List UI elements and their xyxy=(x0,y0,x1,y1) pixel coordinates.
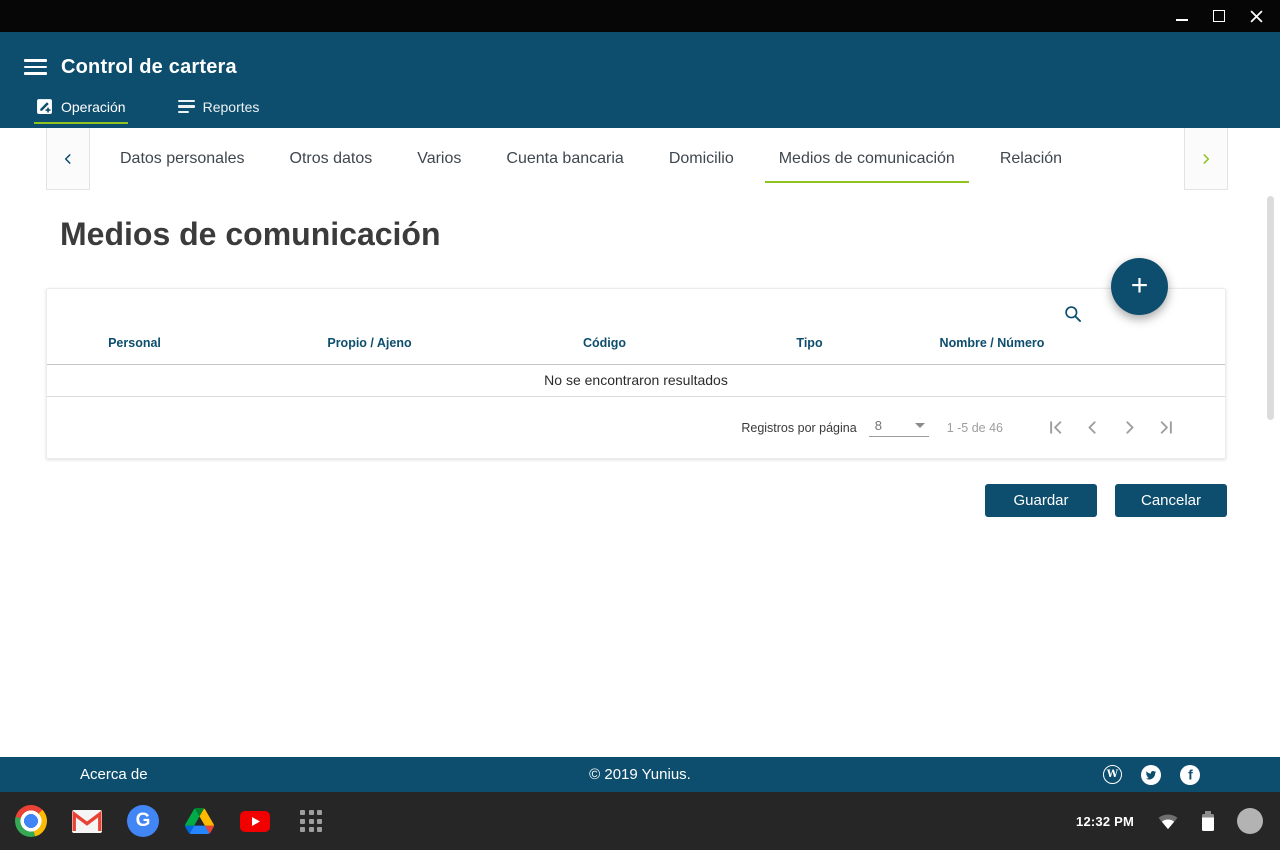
maximize-button[interactable] xyxy=(1211,8,1227,24)
next-page-button[interactable] xyxy=(1119,417,1140,438)
chevron-right-icon xyxy=(1199,152,1213,166)
tab-otros-datos[interactable]: Otros datos xyxy=(276,128,387,190)
maximize-icon xyxy=(1213,10,1225,22)
page-title: Medios de comunicación xyxy=(60,216,441,253)
results-table-card: Personal Propio / Ajeno Código Tipo Nomb… xyxy=(46,288,1226,459)
empty-state-message: No se encontraron resultados xyxy=(544,372,728,388)
tab-varios[interactable]: Varios xyxy=(403,128,475,190)
facebook-icon[interactable]: f xyxy=(1180,765,1200,785)
search-button[interactable] xyxy=(1063,304,1083,324)
column-header-tipo: Tipo xyxy=(692,336,927,350)
tabs-scroll-left-button[interactable] xyxy=(46,128,90,190)
about-link[interactable]: Acerca de xyxy=(80,766,148,783)
nav-tab-reportes[interactable]: Reportes xyxy=(176,94,262,124)
list-icon xyxy=(178,100,195,114)
pager-controls xyxy=(1045,417,1177,438)
rows-per-page-value: 8 xyxy=(875,418,882,433)
tab-label: Varios xyxy=(417,150,461,168)
last-page-icon xyxy=(1156,417,1177,438)
twitter-icon[interactable] xyxy=(1141,765,1161,785)
system-tray[interactable]: 12:32 PM xyxy=(1076,808,1263,834)
page-footer: Acerca de © 2019 Yunius. W f xyxy=(0,757,1280,792)
minimize-button[interactable] xyxy=(1174,8,1190,24)
rows-per-page-label: Registros por página xyxy=(741,421,856,435)
table-header: Personal Propio / Ajeno Código Tipo Nomb… xyxy=(47,289,1225,365)
last-page-button[interactable] xyxy=(1156,417,1177,438)
close-icon xyxy=(1250,10,1263,23)
wifi-icon xyxy=(1157,812,1179,830)
section-tabs: Datos personales Otros datos Varios Cuen… xyxy=(46,128,1228,190)
tab-domicilio[interactable]: Domicilio xyxy=(655,128,748,190)
tab-datos-personales[interactable]: Datos personales xyxy=(106,128,259,190)
rows-per-page-select[interactable]: 8 xyxy=(869,418,929,437)
cancel-button[interactable]: Cancelar xyxy=(1115,484,1227,517)
battery-icon xyxy=(1202,811,1214,831)
chrome-icon[interactable] xyxy=(15,805,47,837)
menu-button[interactable] xyxy=(24,59,48,75)
primary-nav: Operación Reportes xyxy=(0,94,1280,124)
gmail-icon[interactable] xyxy=(71,805,103,837)
social-links: W f xyxy=(1103,765,1200,785)
tabs-scroll-right-button[interactable] xyxy=(1184,128,1228,190)
tabs-row: Datos personales Otros datos Varios Cuen… xyxy=(90,128,1184,190)
account-avatar[interactable] xyxy=(1237,808,1263,834)
google-drive-icon[interactable] xyxy=(183,805,215,837)
save-button[interactable]: Guardar xyxy=(985,484,1097,517)
nav-tab-label: Reportes xyxy=(203,99,260,115)
tab-cuenta-bancaria[interactable]: Cuenta bancaria xyxy=(492,128,637,190)
previous-page-button[interactable] xyxy=(1082,417,1103,438)
wordpress-icon[interactable]: W xyxy=(1103,765,1122,784)
empty-state-row: No se encontraron resultados xyxy=(47,365,1225,397)
chevron-left-icon xyxy=(61,152,75,166)
chevron-right-icon xyxy=(1119,417,1140,438)
tab-relacion[interactable]: Relación xyxy=(986,128,1076,190)
form-actions: Guardar Cancelar xyxy=(985,484,1227,517)
tab-label: Datos personales xyxy=(120,150,245,168)
window-titlebar xyxy=(0,0,1280,32)
apps-grid-icon[interactable] xyxy=(295,805,327,837)
google-icon[interactable]: G xyxy=(127,805,159,837)
clock: 12:32 PM xyxy=(1076,814,1134,829)
add-button[interactable]: + xyxy=(1111,258,1168,315)
scrollbar[interactable] xyxy=(1267,196,1274,420)
tab-label: Domicilio xyxy=(669,150,734,168)
column-header-nombre-numero: Nombre / Número xyxy=(927,336,1057,350)
tab-label: Medios de comunicación xyxy=(779,150,955,168)
search-icon xyxy=(1063,304,1083,324)
pagination-bar: Registros por página 8 1 -5 de 46 xyxy=(47,397,1225,458)
youtube-icon[interactable] xyxy=(239,805,271,837)
tab-label: Cuenta bancaria xyxy=(506,150,623,168)
main-content: Medios de comunicación + Personal Propio… xyxy=(0,190,1280,757)
copyright-text: © 2019 Yunius. xyxy=(589,766,691,783)
nav-tab-operacion[interactable]: Operación xyxy=(34,94,128,124)
close-button[interactable] xyxy=(1248,8,1264,24)
tab-medios-de-comunicacion[interactable]: Medios de comunicación xyxy=(765,128,969,190)
taskbar: G 12:32 PM xyxy=(0,792,1280,850)
app-title: Control de cartera xyxy=(61,56,237,79)
pagination-range: 1 -5 de 46 xyxy=(947,421,1003,435)
nav-tab-label: Operación xyxy=(61,99,126,115)
first-page-icon xyxy=(1045,417,1066,438)
column-header-codigo: Código xyxy=(517,336,692,350)
pinned-apps: G xyxy=(15,805,327,837)
column-header-propio-ajeno: Propio / Ajeno xyxy=(222,336,517,350)
dropdown-arrow-icon xyxy=(915,423,925,428)
app-header: Control de cartera Operación Reportes xyxy=(0,32,1280,128)
tab-label: Relación xyxy=(1000,150,1062,168)
minimize-icon xyxy=(1176,19,1188,21)
tab-label: Otros datos xyxy=(290,150,373,168)
first-page-button[interactable] xyxy=(1045,417,1066,438)
chevron-left-icon xyxy=(1082,417,1103,438)
post-add-icon xyxy=(36,98,53,115)
plus-icon: + xyxy=(1131,269,1149,303)
column-header-personal: Personal xyxy=(47,336,222,350)
